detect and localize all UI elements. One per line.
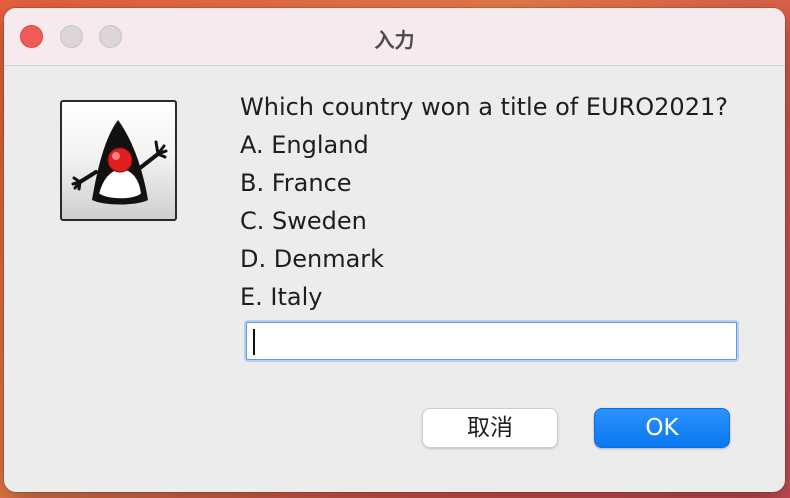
dialog-message: Which country won a title of EURO2021? A…: [240, 88, 780, 316]
title-bar[interactable]: 入力: [4, 8, 785, 66]
window-title: 入力: [374, 28, 415, 52]
option-c: C. Sweden: [240, 207, 367, 235]
option-d: D. Denmark: [240, 245, 385, 273]
option-a: A. England: [240, 131, 369, 159]
text-caret: [253, 329, 255, 355]
java-duke-icon: [60, 100, 177, 221]
input-dialog-window: 入力 Which country won a title of EURO2021…: [4, 8, 785, 492]
cancel-button[interactable]: 取消: [422, 408, 558, 448]
answer-input[interactable]: [246, 322, 737, 360]
option-e: E. Italy: [240, 283, 323, 311]
question-text: Which country won a title of EURO2021?: [240, 93, 728, 121]
ok-button[interactable]: OK: [594, 408, 730, 448]
option-b: B. France: [240, 169, 352, 197]
